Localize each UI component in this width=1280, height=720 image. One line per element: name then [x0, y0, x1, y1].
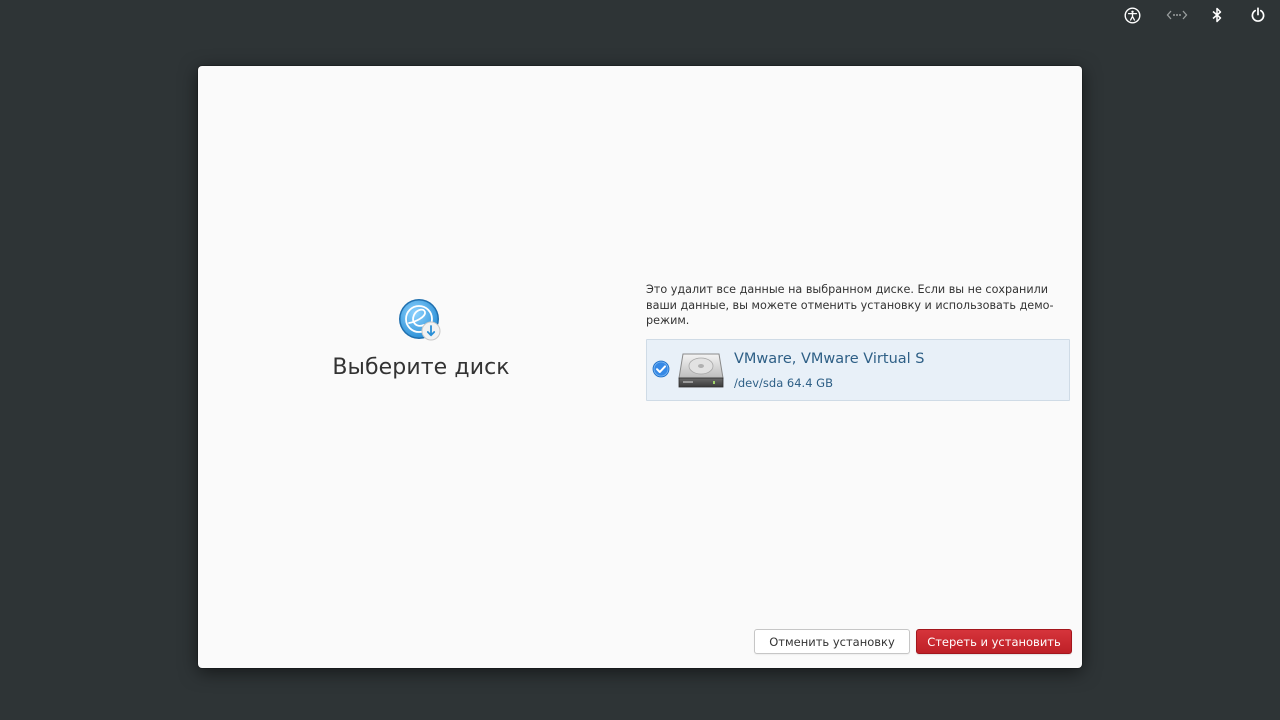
- hard-drive-icon: [677, 352, 725, 390]
- network-icon[interactable]: [1166, 6, 1188, 24]
- disk-details: /dev/sda 64.4 GB: [734, 376, 833, 390]
- checkmark-icon: [652, 360, 670, 378]
- installer-window: Выберите диск Это удалит все данные на в…: [198, 66, 1082, 668]
- title-pane: Выберите диск: [198, 66, 644, 668]
- power-icon[interactable]: [1249, 6, 1267, 24]
- disk-list-item[interactable]: VMware, VMware Virtual S /dev/sda 64.4 G…: [646, 339, 1070, 401]
- accessibility-icon[interactable]: [1123, 6, 1141, 24]
- bluetooth-icon[interactable]: [1208, 6, 1226, 24]
- page-title: Выберите диск: [332, 355, 510, 380]
- disk-name: VMware, VMware Virtual S: [734, 351, 925, 367]
- erase-warning-text: Это удалит все данные на выбранном диске…: [646, 283, 1054, 327]
- cancel-install-button[interactable]: Отменить установку: [754, 629, 910, 654]
- installer-icon: [398, 298, 444, 344]
- erase-and-install-button[interactable]: Стереть и установить: [916, 629, 1072, 654]
- top-panel: [0, 0, 1280, 30]
